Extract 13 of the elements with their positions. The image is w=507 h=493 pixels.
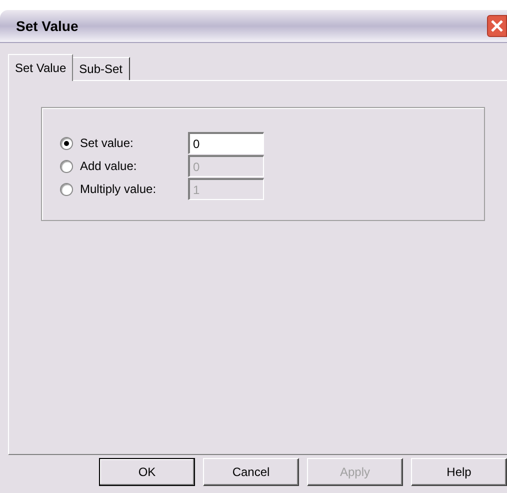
option-label: Multiply value: bbox=[80, 181, 158, 198]
close-button[interactable] bbox=[487, 15, 507, 37]
dialog-button[interactable]: OK bbox=[99, 458, 195, 486]
tab[interactable]: Sub-Set bbox=[73, 57, 130, 80]
value-field[interactable]: 0 bbox=[188, 132, 264, 154]
dialog-button[interactable]: Cancel bbox=[203, 458, 299, 486]
radio-button[interactable] bbox=[60, 136, 73, 150]
window-title: Set Value bbox=[16, 16, 78, 36]
close-icon bbox=[491, 20, 503, 32]
dialog-button[interactable]: Help bbox=[411, 458, 507, 486]
option-label: Set value: bbox=[80, 135, 134, 152]
tab[interactable]: Set Value bbox=[8, 54, 74, 81]
option-label: Add value: bbox=[80, 158, 138, 175]
